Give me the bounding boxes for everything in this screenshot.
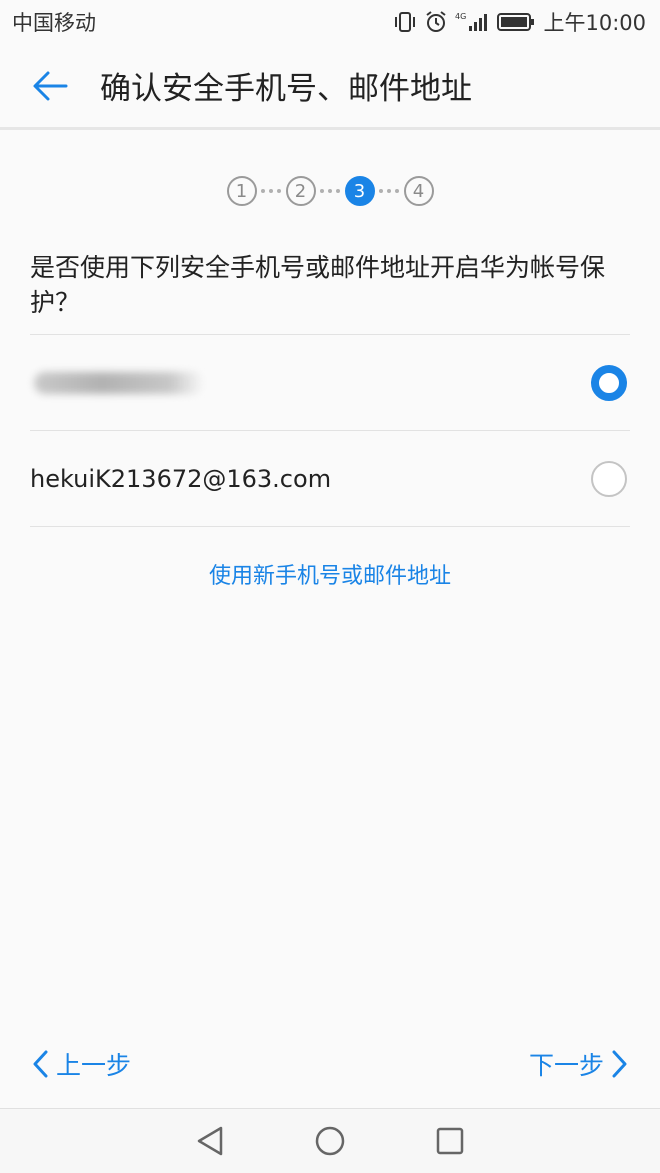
wizard-navigation: 上一步 下一步 [0,1040,660,1088]
chevron-right-icon [612,1050,627,1078]
contact-options: hekuiK213672@163.com [30,334,630,527]
previous-step-button[interactable]: 上一步 [32,1046,131,1082]
battery-icon [497,12,535,32]
option-phone[interactable] [30,335,630,431]
system-home-button[interactable] [300,1111,360,1171]
circle-home-icon [315,1126,345,1156]
title-bar: 确认安全手机号、邮件地址 [0,44,660,130]
step-connector [316,189,345,193]
step-connector [375,189,404,193]
signal-icon: 4G [455,11,489,33]
status-bar: 中国移动 4G 上午10:00 [0,0,660,44]
radio-button[interactable] [591,460,627,497]
alarm-icon [425,11,447,33]
step-3-current: 3 [344,176,375,206]
system-recents-button[interactable] [420,1111,480,1171]
step-4: 4 [403,176,434,206]
vibrate-icon [393,11,417,33]
email-address: hekuiK213672@163.com [30,464,332,493]
step-indicator: 1 2 3 4 [0,175,660,207]
clock: 上午10:00 [543,11,646,35]
radio-button-selected[interactable] [591,364,627,401]
square-recents-icon [436,1127,464,1155]
system-navigation-bar [0,1108,660,1173]
arrow-left-icon [33,71,68,100]
next-step-button[interactable]: 下一步 [529,1046,628,1082]
masked-phone-number [34,371,204,394]
carrier-name: 中国移动 [12,11,96,35]
previous-step-label: 上一步 [56,1051,132,1080]
page-title: 确认安全手机号、邮件地址 [100,71,472,107]
question-text: 是否使用下列安全手机号或邮件地址开启华为帐号保护？ [30,253,606,317]
chevron-left-icon [33,1050,48,1078]
next-step-label: 下一步 [528,1051,604,1080]
triangle-back-icon [197,1126,223,1156]
step-1: 1 [226,176,257,206]
step-connector [257,189,286,193]
back-button[interactable] [0,43,100,129]
use-new-contact-link[interactable]: 使用新手机号或邮件地址 [0,558,660,590]
step-2: 2 [285,176,316,206]
status-icons: 4G 上午10:00 [393,7,646,37]
network-type-label: 4G [455,12,466,21]
system-back-button[interactable] [180,1111,240,1171]
option-email[interactable]: hekuiK213672@163.com [30,431,630,527]
